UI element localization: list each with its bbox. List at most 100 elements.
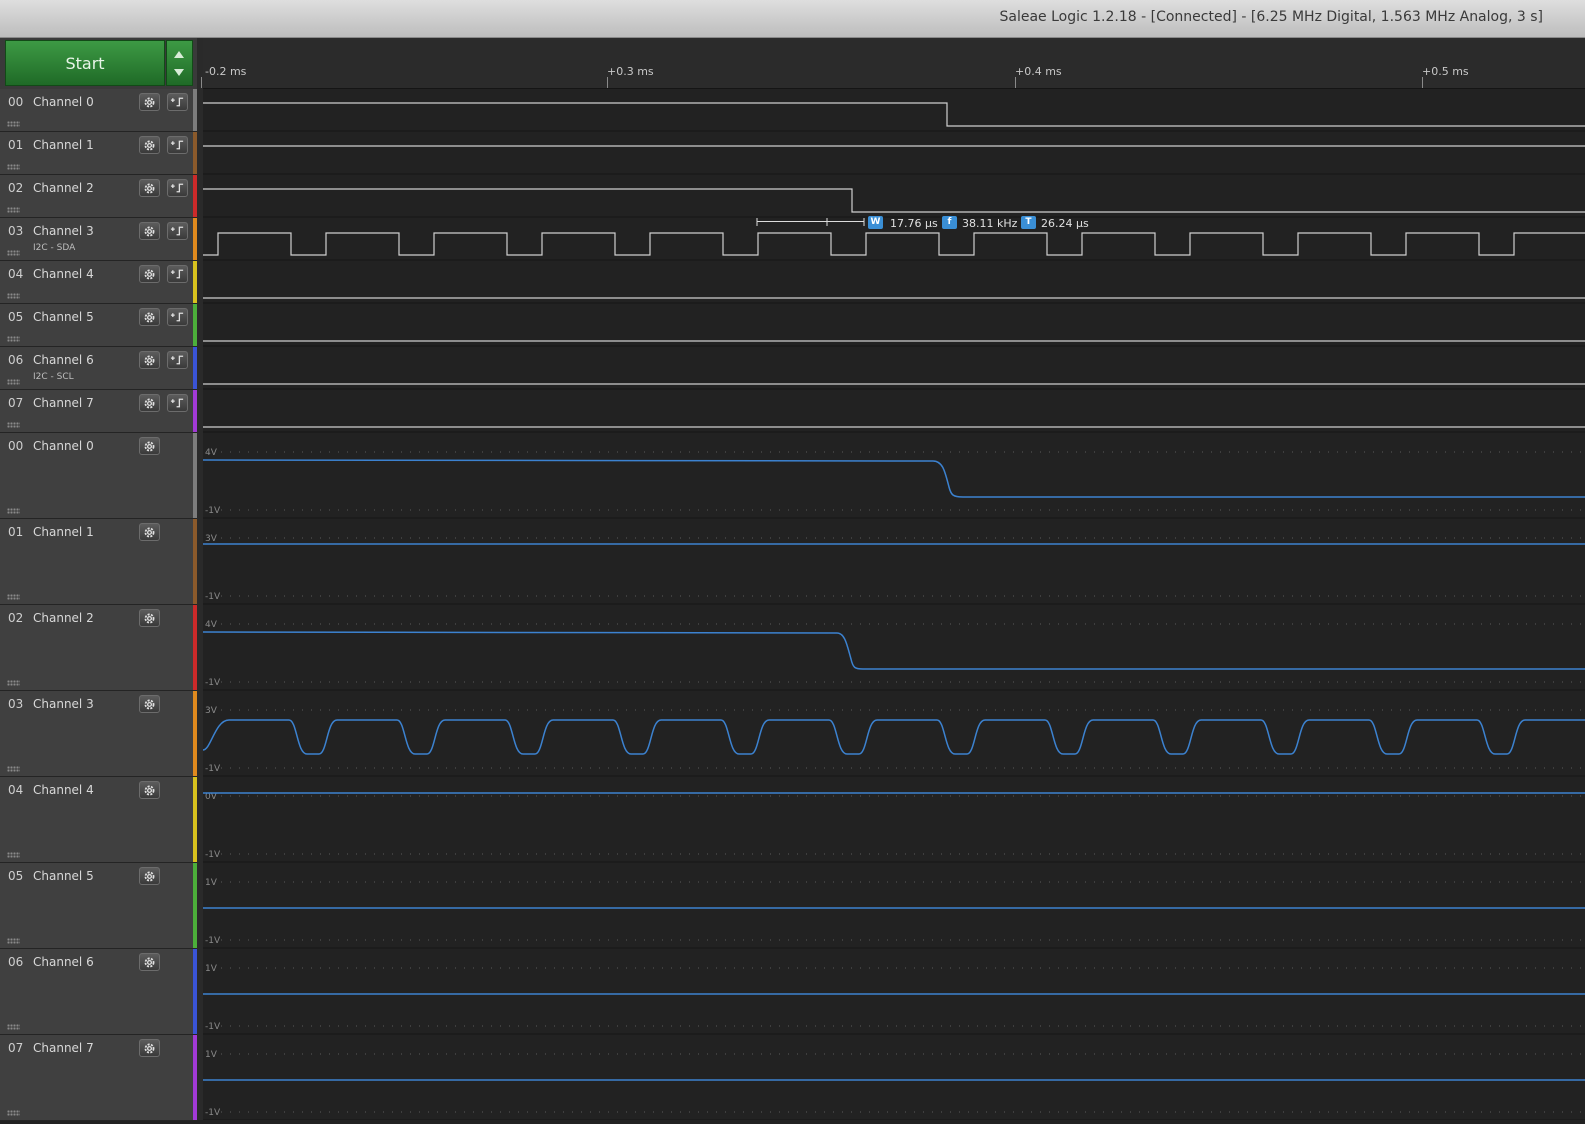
trigger-button[interactable] bbox=[167, 93, 188, 111]
trigger-button[interactable] bbox=[167, 265, 188, 283]
drag-handle-icon[interactable] bbox=[7, 508, 20, 514]
channel-settings-button[interactable] bbox=[139, 136, 160, 154]
channel-settings-button[interactable] bbox=[139, 609, 160, 627]
drag-handle-icon[interactable] bbox=[7, 164, 20, 170]
channel-settings-button[interactable] bbox=[139, 93, 160, 111]
digital-channel-row[interactable]: 05 Channel 5 bbox=[0, 304, 197, 347]
channel-name[interactable]: Channel 2 bbox=[33, 611, 94, 625]
gear-icon bbox=[143, 311, 156, 324]
channel-name[interactable]: Channel 7 bbox=[33, 396, 94, 410]
trigger-button[interactable] bbox=[167, 179, 188, 197]
channel-settings-button[interactable] bbox=[139, 394, 160, 412]
digital-channel-row[interactable]: 01 Channel 1 bbox=[0, 132, 197, 175]
channel-list: 00 Channel 0 01 Channel 1 02 Channel 2 03 Chann… bbox=[0, 89, 197, 1121]
analog-channel-row[interactable]: 03 Channel 3 bbox=[0, 691, 197, 777]
channel-name[interactable]: Channel 5 bbox=[33, 869, 94, 883]
trigger-edge-icon bbox=[170, 397, 185, 409]
gear-icon bbox=[143, 440, 156, 453]
digital-channel-row[interactable]: 02 Channel 2 bbox=[0, 175, 197, 218]
drag-handle-icon[interactable] bbox=[7, 1110, 20, 1116]
ruler-label: +0.4 ms bbox=[1015, 65, 1062, 78]
drag-handle-icon[interactable] bbox=[7, 250, 20, 256]
analog-channel-row[interactable]: 01 Channel 1 bbox=[0, 519, 197, 605]
channel-name[interactable]: Channel 5 bbox=[33, 310, 94, 324]
channel-number: 01 bbox=[8, 525, 24, 539]
trigger-button[interactable] bbox=[167, 136, 188, 154]
channel-number: 07 bbox=[8, 396, 24, 410]
trigger-button[interactable] bbox=[167, 394, 188, 412]
channel-name[interactable]: Channel 7 bbox=[33, 1041, 94, 1055]
digital-channel-row[interactable]: 07 Channel 7 bbox=[0, 390, 197, 433]
analog-scale-max-label: 3V bbox=[205, 534, 218, 544]
trigger-edge-icon bbox=[170, 96, 185, 108]
channel-name[interactable]: Channel 1 bbox=[33, 525, 94, 539]
drag-handle-icon[interactable] bbox=[7, 852, 20, 858]
analog-scale-max-label: 1V bbox=[205, 878, 218, 888]
drag-handle-icon[interactable] bbox=[7, 336, 20, 342]
channel-settings-button[interactable] bbox=[139, 953, 160, 971]
analog-channel-row[interactable]: 00 Channel 0 bbox=[0, 433, 197, 519]
channel-settings-button[interactable] bbox=[139, 179, 160, 197]
channel-settings-button[interactable] bbox=[139, 351, 160, 369]
analog-channel-row[interactable]: 04 Channel 4 bbox=[0, 777, 197, 863]
waveform-area[interactable]: 4V -1V 3V -1V 4V -1V 3V -1V 0V -1V 1V -1V 1V -1V 1V -1V bbox=[202, 89, 1585, 1121]
channel-name[interactable]: Channel 3 bbox=[33, 697, 94, 711]
channel-settings-button[interactable] bbox=[139, 1039, 160, 1057]
channel-settings-button[interactable] bbox=[139, 695, 160, 713]
digital-channel-row[interactable]: 03 Channel 3 I2C - SDA bbox=[0, 218, 197, 261]
analog-scale-min-label: -1V bbox=[205, 850, 221, 860]
channel-number: 06 bbox=[8, 353, 24, 367]
start-button[interactable]: Start bbox=[5, 40, 165, 86]
gear-icon bbox=[143, 956, 156, 969]
gear-icon bbox=[143, 225, 156, 238]
trigger-button[interactable] bbox=[167, 351, 188, 369]
channel-settings-button[interactable] bbox=[139, 437, 160, 455]
digital-channel-row[interactable]: 04 Channel 4 bbox=[0, 261, 197, 304]
channel-name[interactable]: Channel 4 bbox=[33, 783, 94, 797]
analog-channel-row[interactable]: 06 Channel 6 bbox=[0, 949, 197, 1035]
channel-settings-button[interactable] bbox=[139, 781, 160, 799]
digital-channel-row[interactable]: 06 Channel 6 I2C - SCL bbox=[0, 347, 197, 390]
frequency-icon: f bbox=[942, 216, 957, 229]
analog-channel-row[interactable]: 02 Channel 2 bbox=[0, 605, 197, 691]
pulse-width-value: 17.76 µs bbox=[890, 217, 938, 230]
drag-handle-icon[interactable] bbox=[7, 422, 20, 428]
channel-settings-button[interactable] bbox=[139, 523, 160, 541]
gear-icon bbox=[143, 268, 156, 281]
analog-scale-min-label: -1V bbox=[205, 678, 221, 688]
channel-name[interactable]: Channel 2 bbox=[33, 181, 94, 195]
channel-settings-button[interactable] bbox=[139, 222, 160, 240]
drag-handle-icon[interactable] bbox=[7, 207, 20, 213]
drag-handle-icon[interactable] bbox=[7, 594, 20, 600]
trigger-button[interactable] bbox=[167, 308, 188, 326]
channel-name[interactable]: Channel 4 bbox=[33, 267, 94, 281]
start-options-toggle[interactable] bbox=[166, 40, 193, 86]
time-ruler[interactable]: -0.2 ms +0.3 ms +0.4 ms +0.5 ms bbox=[201, 38, 1585, 89]
analog-channel-row[interactable]: 05 Channel 5 bbox=[0, 863, 197, 949]
channel-name[interactable]: Channel 6 bbox=[33, 955, 94, 969]
channel-name[interactable]: Channel 3 bbox=[33, 224, 94, 238]
drag-handle-icon[interactable] bbox=[7, 121, 20, 127]
drag-handle-icon[interactable] bbox=[7, 293, 20, 299]
channel-name[interactable]: Channel 1 bbox=[33, 138, 94, 152]
drag-handle-icon[interactable] bbox=[7, 766, 20, 772]
drag-handle-icon[interactable] bbox=[7, 680, 20, 686]
channel-number: 02 bbox=[8, 611, 24, 625]
digital-trace bbox=[203, 102, 1585, 127]
channel-settings-button[interactable] bbox=[139, 867, 160, 885]
channel-settings-button[interactable] bbox=[139, 265, 160, 283]
channel-name[interactable]: Channel 0 bbox=[33, 95, 94, 109]
analog-channel-row[interactable]: 07 Channel 7 bbox=[0, 1035, 197, 1121]
trigger-edge-icon bbox=[170, 268, 185, 280]
digital-channel-row[interactable]: 00 Channel 0 bbox=[0, 89, 197, 132]
channel-name[interactable]: Channel 6 bbox=[33, 353, 94, 367]
channel-number: 01 bbox=[8, 138, 24, 152]
channel-settings-button[interactable] bbox=[139, 308, 160, 326]
drag-handle-icon[interactable] bbox=[7, 379, 20, 385]
trigger-edge-icon bbox=[170, 225, 185, 237]
channel-name[interactable]: Channel 0 bbox=[33, 439, 94, 453]
trigger-button[interactable] bbox=[167, 222, 188, 240]
period-icon: T bbox=[1021, 216, 1036, 229]
drag-handle-icon[interactable] bbox=[7, 1024, 20, 1030]
drag-handle-icon[interactable] bbox=[7, 938, 20, 944]
